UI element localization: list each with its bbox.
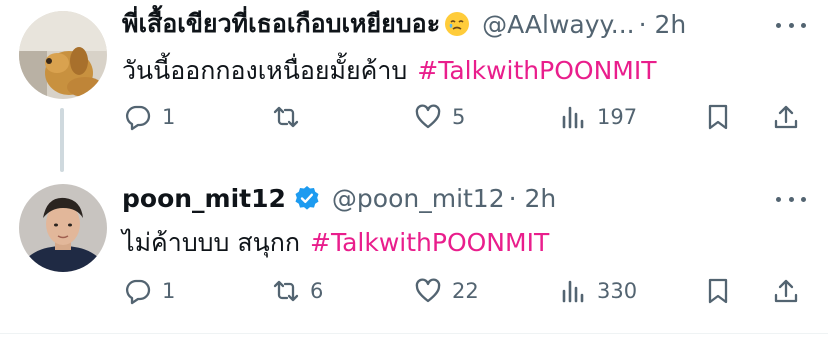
timestamp[interactable]: · 2h	[509, 184, 557, 213]
tweet-actions: 1 5 197	[122, 100, 812, 134]
profile-photo-image	[19, 184, 107, 272]
bookmark-button[interactable]	[704, 274, 732, 308]
reply-count: 1	[162, 279, 176, 303]
like-button[interactable]: 5	[414, 100, 465, 134]
handle[interactable]: @AAlwayy...	[482, 10, 634, 39]
views-chart-icon	[562, 106, 584, 129]
more-options-icon[interactable]	[776, 20, 806, 30]
heart-icon	[415, 278, 441, 303]
display-name[interactable]: พี่เสื้อเขียวที่เธอเกือบเหยียบอะ	[122, 4, 440, 44]
share-button[interactable]	[772, 274, 800, 308]
retweet-icon	[273, 106, 299, 128]
tweet-body: ไม่ค้าบบบ สนุกก	[122, 228, 300, 257]
reply-count: 1	[162, 105, 176, 129]
share-button[interactable]	[772, 100, 800, 134]
tweet-actions: 1 6 22 330	[122, 274, 812, 308]
tweet-reply[interactable]: poon_mit12 @poon_mit12 · 2h ไม่ค้าบบบ สน…	[0, 167, 828, 325]
heart-icon	[415, 104, 441, 129]
reply-button[interactable]: 1	[124, 100, 175, 134]
view-count: 330	[597, 279, 638, 303]
handle[interactable]: @poon_mit12	[332, 184, 505, 213]
views-button[interactable]: 330	[559, 274, 637, 308]
hashtag-link[interactable]: #TalkwithPOONMIT	[417, 56, 656, 85]
tweet-text: วันนี้ออกกองเหนื่อยมั้ยค้าบ #TalkwithPOON…	[122, 51, 657, 91]
dog-avatar-image	[19, 11, 107, 99]
tweet-reply[interactable]: พี่เสื้อเขียวที่เธอเกือบเหยียบอะ @AAlway…	[0, 0, 828, 172]
tweet-body: วันนี้ออกกองเหนื่อยมั้ยค้าบ	[122, 56, 408, 85]
verified-badge-icon	[295, 186, 319, 210]
tweet-text: ไม่ค้าบบบ สนุกก #TalkwithPOONMIT	[122, 223, 549, 263]
views-chart-icon	[562, 280, 584, 303]
tweet-header: poon_mit12 @poon_mit12 · 2h	[122, 180, 556, 216]
avatar[interactable]	[19, 184, 107, 272]
face-holding-back-tears-icon	[445, 12, 470, 36]
share-icon	[774, 105, 798, 129]
reply-button[interactable]: 1	[124, 274, 175, 308]
like-count: 5	[452, 105, 466, 129]
display-name[interactable]: poon_mit12	[122, 184, 286, 213]
hashtag-link[interactable]: #TalkwithPOONMIT	[310, 228, 549, 257]
bookmark-button[interactable]	[704, 100, 732, 134]
like-button[interactable]: 22	[414, 274, 479, 308]
share-icon	[774, 279, 798, 303]
tweet-header: พี่เสื้อเขียวที่เธอเกือบเหยียบอะ @AAlway…	[122, 6, 686, 42]
avatar[interactable]	[19, 11, 107, 99]
reply-icon	[125, 279, 151, 305]
timestamp[interactable]: · 2h	[639, 10, 687, 39]
like-count: 22	[452, 279, 479, 303]
retweet-button[interactable]: 6	[272, 274, 323, 308]
more-options-icon[interactable]	[776, 194, 806, 204]
bookmark-icon	[708, 104, 728, 130]
thread-connector-line	[60, 108, 64, 172]
retweet-count: 6	[310, 279, 324, 303]
reply-icon	[125, 105, 151, 131]
bookmark-icon	[708, 278, 728, 304]
view-count: 197	[597, 105, 638, 129]
retweet-button[interactable]	[272, 100, 310, 134]
retweet-icon	[273, 280, 299, 302]
views-button[interactable]: 197	[559, 100, 637, 134]
feed-divider	[0, 333, 828, 334]
